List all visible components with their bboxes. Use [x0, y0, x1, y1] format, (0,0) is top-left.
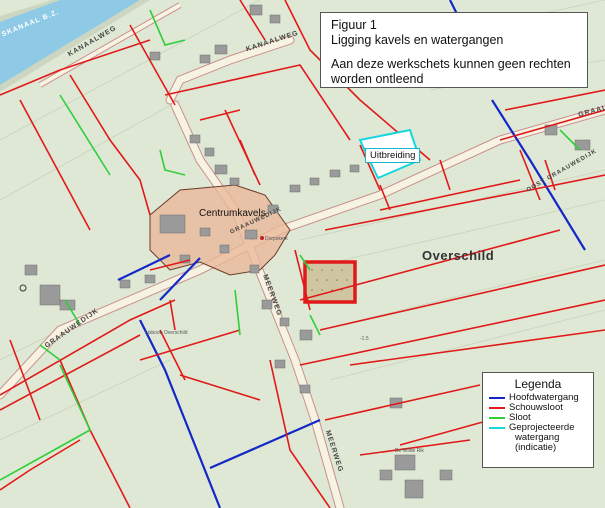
legend-swatch-red: [489, 407, 505, 409]
farm-label: De Wilde Rik: [395, 448, 424, 454]
caption-title: Ligging kavels en watergangen: [331, 33, 504, 47]
caption-disclaimer-2: worden ontleend: [331, 72, 424, 86]
map-canvas[interactable]: SKANAAL B.Z. KANAALWEG KANAALWEG GRAAU G…: [0, 0, 605, 508]
legend-swatch-green: [489, 417, 505, 419]
place-name-overschild: Overschild: [422, 248, 495, 263]
legend-item-schouwsloot: Schouwsloot: [489, 403, 587, 413]
spot-height-label: -1.5: [360, 336, 369, 342]
legend-swatch-blue: [489, 397, 505, 399]
figure-caption: Figuur 1 Ligging kavels en watergangen A…: [320, 12, 588, 88]
uitbreiding-label: Uitbreiding: [365, 148, 421, 163]
caption-figure-number: Figuur 1: [331, 18, 377, 32]
school-label: Lisboon Overschild: [145, 330, 188, 336]
legend-title: Legenda: [514, 377, 562, 391]
centrumkavels-label: Centrumkavels: [199, 208, 266, 219]
map-legend: Legenda Hoofdwatergang Schouwsloot Sloot…: [482, 372, 594, 468]
church-label: Dorpskerk: [265, 236, 288, 242]
legend-swatch-cyan: [489, 427, 505, 429]
caption-disclaimer-1: Aan deze werkschets kunnen geen rechten: [331, 57, 571, 71]
legend-geprojecteerd-line3: (indicatie): [515, 442, 557, 453]
legend-item-geprojecteerd: Geprojecteerde watergang (indicatie): [489, 423, 587, 453]
